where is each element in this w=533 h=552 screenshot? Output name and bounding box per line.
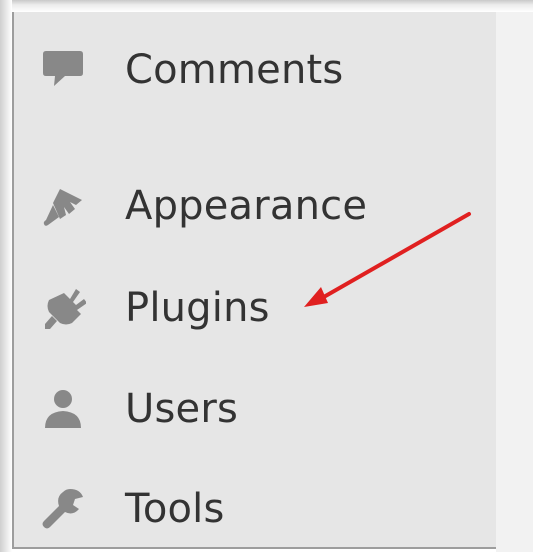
sidebar-item-tools[interactable]: Tools [14, 469, 496, 549]
comment-icon [40, 47, 86, 93]
sidebar-item-label: Tools [125, 486, 225, 532]
sidebar-item-label: Users [125, 386, 239, 432]
sidebar-item-label: Comments [125, 47, 344, 93]
main-content-area [496, 12, 533, 552]
sidebar-item-users[interactable]: Users [14, 369, 496, 449]
left-edge-shadow [0, 0, 12, 552]
admin-sidebar-menu: Comments Appearance Plugins Users Tools [12, 12, 496, 549]
sidebar-item-appearance[interactable]: Appearance [14, 166, 496, 246]
sidebar-item-plugins[interactable]: Plugins [14, 268, 496, 348]
sidebar-item-comments[interactable]: Comments [14, 30, 496, 110]
wrench-icon [40, 486, 86, 532]
user-icon [40, 386, 86, 432]
plug-icon [40, 285, 86, 331]
sidebar-item-label: Appearance [125, 183, 368, 229]
paintbrush-icon [40, 183, 86, 229]
top-edge-shadow [0, 0, 533, 12]
sidebar-item-label: Plugins [125, 285, 270, 331]
screenshot-frame: Comments Appearance Plugins Users Tools [0, 0, 533, 552]
